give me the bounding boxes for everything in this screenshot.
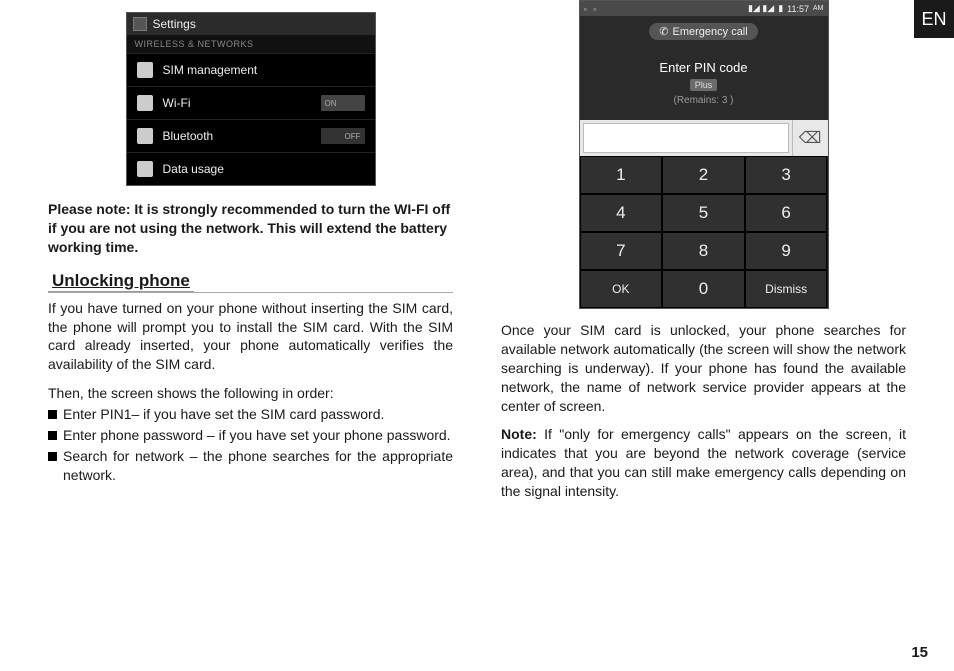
- battery-icon: ▮: [778, 3, 783, 14]
- right-para-1: Once your SIM card is unlocked, your pho…: [501, 321, 906, 415]
- wifi-toggle[interactable]: ON: [321, 95, 365, 111]
- data-usage-label: Data usage: [163, 162, 365, 176]
- backspace-icon: ⌫: [799, 128, 822, 148]
- pin-keypad: 1 2 3 4 5 6 7 8 9 OK 0 Dismiss: [580, 156, 828, 308]
- sim-icon: [137, 62, 153, 78]
- status-bar: ▫ ▫ ▮◢ ▮◢ ▮ 11:57 AM: [580, 1, 828, 16]
- sim-label: SIM management: [163, 63, 365, 77]
- list-item: Search for network – the phone searches …: [48, 447, 453, 485]
- sim-management-row[interactable]: SIM management: [127, 53, 375, 86]
- status-time: 11:57: [787, 4, 809, 14]
- bullet-text-3: Search for network – the phone searches …: [63, 447, 453, 485]
- key-7[interactable]: 7: [580, 232, 663, 270]
- unlocking-steps-list: Enter PIN1– if you have set the SIM card…: [48, 405, 453, 485]
- section-title-unlocking: Unlocking phone: [48, 271, 194, 292]
- remains-label: (Remains: 3 ): [580, 95, 828, 106]
- bluetooth-toggle[interactable]: OFF: [321, 128, 365, 144]
- emergency-call-button[interactable]: ✆ Emergency call: [649, 23, 757, 40]
- left-column: Settings WIRELESS & NETWORKS SIM managem…: [48, 0, 453, 511]
- data-usage-row[interactable]: Data usage: [127, 152, 375, 185]
- signal-icon: ▮◢ ▮◢: [748, 3, 774, 14]
- status-notification-icons: ▫ ▫: [584, 4, 599, 14]
- key-8[interactable]: 8: [662, 232, 745, 270]
- right-column: ▫ ▫ ▮◢ ▮◢ ▮ 11:57 AM ✆ Emergency call En…: [501, 0, 906, 511]
- backspace-button[interactable]: ⌫: [792, 120, 828, 156]
- bullet-square-icon: [48, 452, 57, 461]
- list-item: Enter phone password – if you have set y…: [48, 426, 453, 445]
- unlocking-para-1: If you have turned on your phone without…: [48, 299, 453, 375]
- emergency-call-label: Emergency call: [673, 26, 748, 38]
- settings-category: WIRELESS & NETWORKS: [127, 35, 375, 53]
- enter-pin-label: Enter PIN code: [580, 60, 828, 75]
- page-number: 15: [911, 644, 928, 661]
- wifi-icon: [137, 95, 153, 111]
- bluetooth-label: Bluetooth: [163, 129, 321, 143]
- settings-titlebar: Settings: [127, 13, 375, 35]
- pin-input[interactable]: [583, 123, 789, 153]
- wifi-label: Wi-Fi: [163, 96, 321, 110]
- bullet-square-icon: [48, 410, 57, 419]
- key-ok[interactable]: OK: [580, 270, 663, 308]
- emergency-call-wrap: ✆ Emergency call: [580, 16, 828, 50]
- settings-icon: [133, 17, 147, 31]
- bullet-text-2: Enter phone password – if you have set y…: [63, 426, 453, 445]
- key-1[interactable]: 1: [580, 156, 663, 194]
- key-4[interactable]: 4: [580, 194, 663, 232]
- status-ampm: AM: [813, 5, 824, 12]
- pin-screenshot: ▫ ▫ ▮◢ ▮◢ ▮ 11:57 AM ✆ Emergency call En…: [579, 0, 829, 309]
- key-3[interactable]: 3: [745, 156, 828, 194]
- language-tab: EN: [914, 0, 954, 38]
- pin-input-row: ⌫: [580, 120, 828, 156]
- phone-icon: ✆: [659, 25, 668, 38]
- bullet-text-1: Enter PIN1– if you have set the SIM card…: [63, 405, 453, 424]
- key-6[interactable]: 6: [745, 194, 828, 232]
- note-label: Note:: [501, 426, 537, 442]
- key-2[interactable]: 2: [662, 156, 745, 194]
- note-body: If "only for emergency calls" appears on…: [501, 426, 906, 499]
- bluetooth-icon: [137, 128, 153, 144]
- wifi-recommendation-note: Please note: It is strongly recommended …: [48, 200, 453, 257]
- wifi-row[interactable]: Wi-Fi ON: [127, 86, 375, 119]
- bullet-square-icon: [48, 431, 57, 440]
- key-dismiss[interactable]: Dismiss: [745, 270, 828, 308]
- pin-prompt: Enter PIN code Plus (Remains: 3 ): [580, 50, 828, 120]
- sim-badge: Plus: [690, 79, 718, 91]
- key-0[interactable]: 0: [662, 270, 745, 308]
- data-usage-icon: [137, 161, 153, 177]
- key-5[interactable]: 5: [662, 194, 745, 232]
- key-9[interactable]: 9: [745, 232, 828, 270]
- unlocking-para-2: Then, the screen shows the following in …: [48, 384, 453, 403]
- bluetooth-row[interactable]: Bluetooth OFF: [127, 119, 375, 152]
- list-item: Enter PIN1– if you have set the SIM card…: [48, 405, 453, 424]
- settings-title: Settings: [153, 17, 196, 31]
- right-note: Note: If "only for emergency calls" appe…: [501, 425, 906, 501]
- settings-screenshot: Settings WIRELESS & NETWORKS SIM managem…: [126, 12, 376, 186]
